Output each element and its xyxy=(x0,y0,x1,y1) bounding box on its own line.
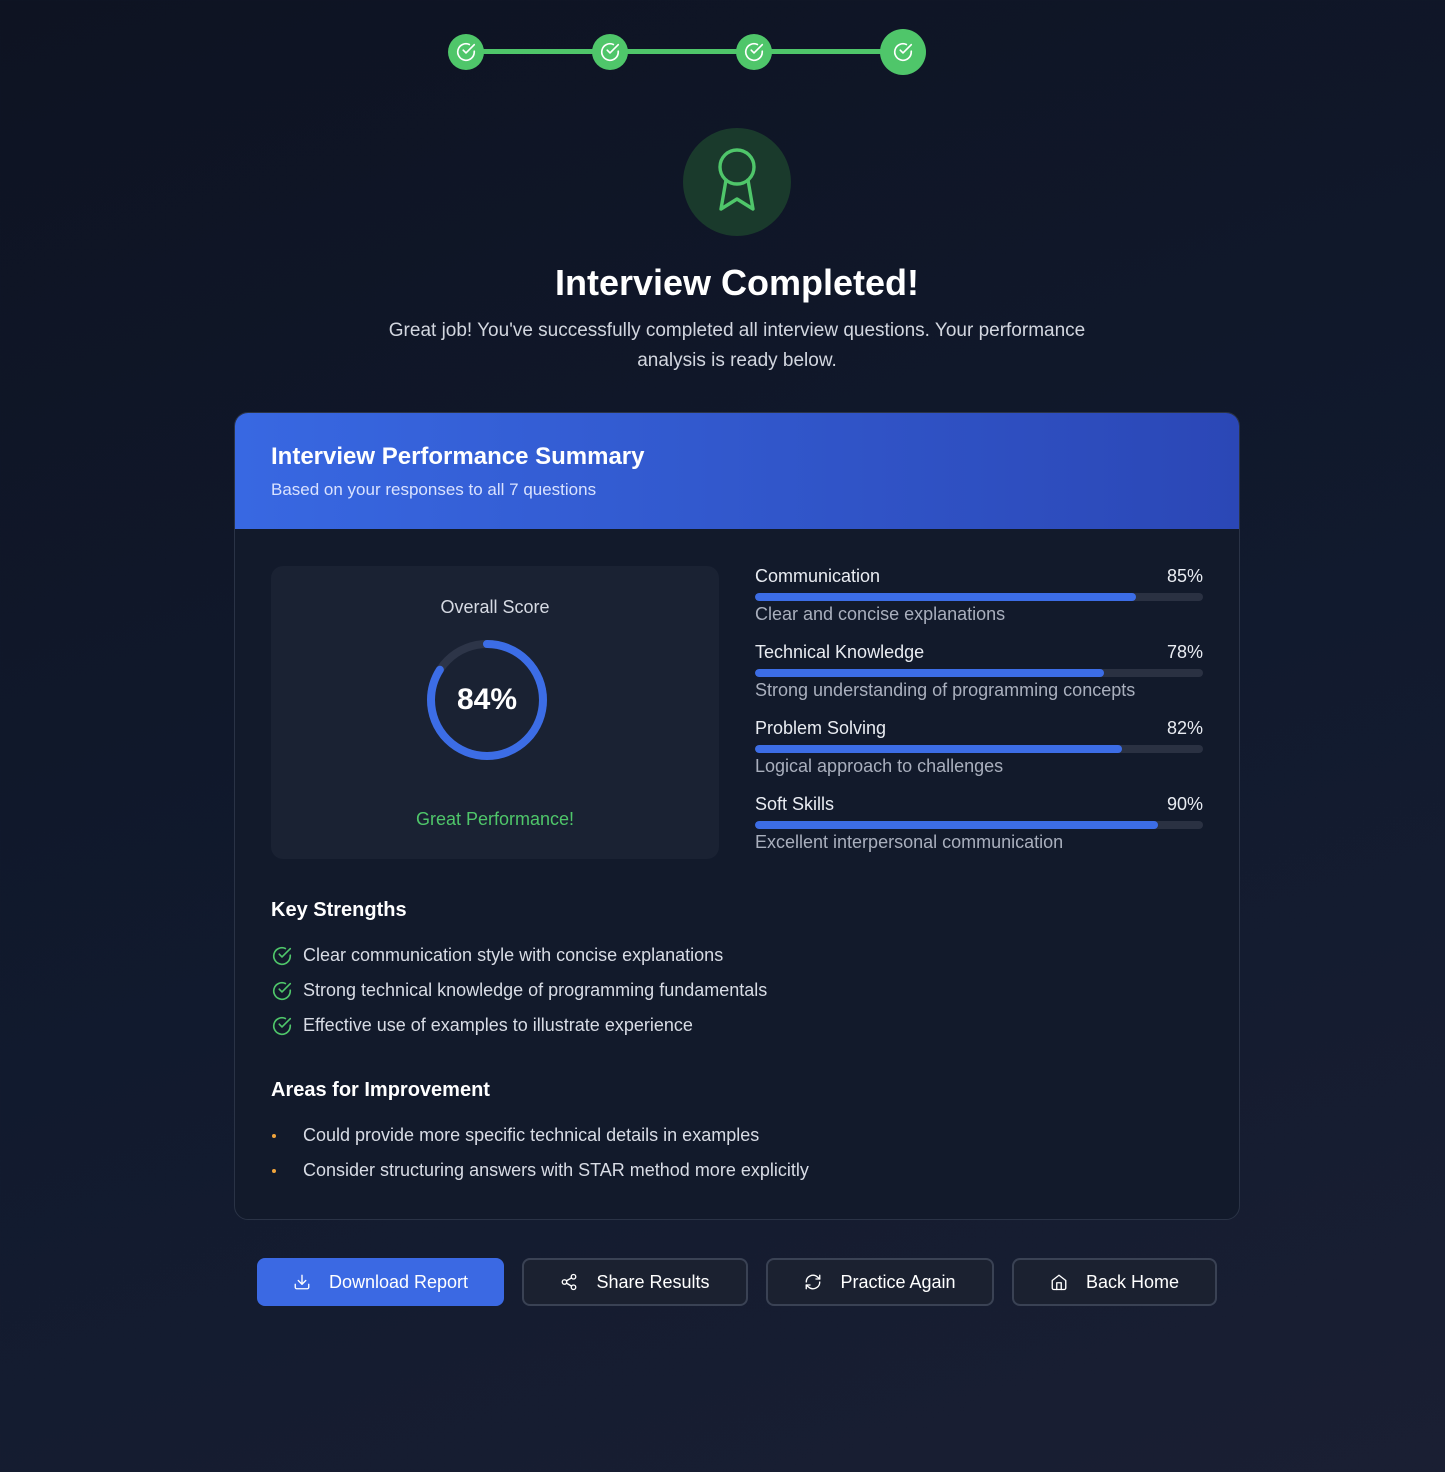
metric-description: Logical approach to challenges xyxy=(755,756,1004,776)
metric-percent: 85% xyxy=(1166,566,1203,586)
check-circle-icon xyxy=(271,945,293,967)
metric-progress-fill xyxy=(755,593,1136,601)
improvement-item: Could provide more specific technical de… xyxy=(271,1118,809,1153)
metric-technical-knowledge: Technical Knowledge 78% Strong understan… xyxy=(755,642,1203,718)
share-icon xyxy=(562,1273,577,1291)
metric-percent: 78% xyxy=(1166,642,1203,662)
overall-score-value: 84% xyxy=(456,683,518,716)
overall-score-panel: Overall Score 84% Great Performance! xyxy=(271,566,719,859)
performance-summary-card: Interview Performance Summary Based on y… xyxy=(234,412,1240,1220)
award-badge xyxy=(683,128,791,236)
award-icon xyxy=(718,148,756,211)
page-subtitle: Great job! You've successfully completed… xyxy=(388,320,1086,371)
summary-header: Interview Performance Summary Based on y… xyxy=(235,413,1239,529)
metric-list: Communication 85% Clear and concise expl… xyxy=(755,566,1203,870)
improvement-item: Consider structuring answers with STAR m… xyxy=(271,1153,809,1188)
check-circle-icon xyxy=(744,43,764,61)
home-icon xyxy=(1051,1274,1067,1291)
check-circle-icon xyxy=(456,43,476,61)
metric-name: Technical Knowledge xyxy=(755,642,925,662)
metric-progress-fill xyxy=(755,821,1159,829)
metric-progress-fill xyxy=(755,745,1123,753)
step-1-complete xyxy=(448,34,484,70)
improvement-text: Could provide more specific technical de… xyxy=(303,1125,760,1145)
step-3-complete xyxy=(736,34,772,70)
metric-progress-bar xyxy=(755,593,1203,601)
download-report-button[interactable]: Download Report xyxy=(257,1258,504,1306)
strength-text: Strong technical knowledge of programmin… xyxy=(303,980,768,1000)
page-title: Interview Completed! xyxy=(554,262,920,303)
improvement-text: Consider structuring answers with STAR m… xyxy=(303,1160,809,1180)
strength-item: Strong technical knowledge of programmin… xyxy=(271,973,767,1008)
metric-description: Strong understanding of programming conc… xyxy=(755,680,1136,700)
metric-communication: Communication 85% Clear and concise expl… xyxy=(755,566,1203,642)
step-2-complete xyxy=(592,34,628,70)
areas-for-improvement-heading: Areas for Improvement xyxy=(271,1079,490,1101)
download-icon xyxy=(294,1274,310,1290)
check-circle-icon xyxy=(271,980,293,1002)
bullet-icon xyxy=(272,1133,276,1138)
summary-title: Interview Performance Summary xyxy=(271,443,645,470)
progress-stepper xyxy=(448,29,926,75)
share-results-button[interactable]: Share Results xyxy=(522,1258,748,1306)
share-results-label: Share Results xyxy=(596,1271,710,1292)
strength-item: Clear communication style with concise e… xyxy=(271,938,767,973)
strengths-list: Clear communication style with concise e… xyxy=(271,938,767,1043)
bullet-icon xyxy=(272,1168,276,1173)
improvements-list: Could provide more specific technical de… xyxy=(271,1118,809,1188)
metric-progress-bar xyxy=(755,821,1203,829)
step-connector xyxy=(610,49,754,54)
back-home-button[interactable]: Back Home xyxy=(1012,1258,1217,1306)
step-connector xyxy=(466,49,610,54)
metric-description: Excellent interpersonal communication xyxy=(755,832,1064,852)
overall-score-label: Overall Score xyxy=(440,597,550,617)
metric-percent: 90% xyxy=(1166,794,1203,814)
overall-score-message: Great Performance! xyxy=(415,809,575,829)
check-circle-icon xyxy=(893,43,913,61)
metric-name: Problem Solving xyxy=(755,718,887,738)
check-circle-icon xyxy=(271,1015,293,1037)
metric-percent: 82% xyxy=(1166,718,1203,738)
metric-problem-solving: Problem Solving 82% Logical approach to … xyxy=(755,718,1203,794)
strength-text: Clear communication style with concise e… xyxy=(303,945,724,965)
strength-text: Effective use of examples to illustrate … xyxy=(303,1015,693,1035)
metric-soft-skills: Soft Skills 90% Excellent interpersonal … xyxy=(755,794,1203,870)
download-report-label: Download Report xyxy=(328,1271,469,1292)
metric-name: Communication xyxy=(755,566,881,586)
metric-description: Clear and concise explanations xyxy=(755,604,1006,624)
strength-item: Effective use of examples to illustrate … xyxy=(271,1008,767,1043)
key-strengths-heading: Key Strengths xyxy=(271,899,407,921)
practice-again-button[interactable]: Practice Again xyxy=(766,1258,994,1306)
refresh-icon xyxy=(806,1274,821,1290)
back-home-label: Back Home xyxy=(1085,1271,1180,1292)
check-circle-icon xyxy=(600,43,620,61)
metric-progress-bar xyxy=(755,745,1203,753)
metric-progress-fill xyxy=(755,669,1105,677)
metric-progress-bar xyxy=(755,669,1203,677)
summary-subtitle: Based on your responses to all 7 questio… xyxy=(271,480,597,499)
step-4-complete xyxy=(880,29,926,75)
metric-name: Soft Skills xyxy=(755,794,835,814)
practice-again-label: Practice Again xyxy=(840,1271,956,1292)
